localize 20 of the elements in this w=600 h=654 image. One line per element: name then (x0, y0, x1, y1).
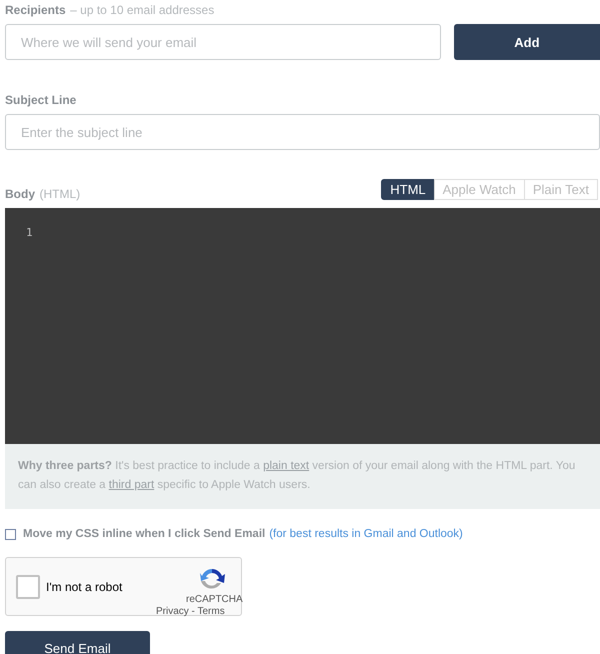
field-label: Subject Line (5, 93, 76, 107)
field-hint: – up to 10 email addresses (70, 3, 214, 17)
subject-input-field[interactable]: Enter the subject line (5, 114, 600, 150)
captcha-checkbox[interactable] (16, 575, 40, 599)
checkbox-note: (for best results in Gmail and Outlook) (269, 528, 463, 540)
captcha-links: Privacy - Terms (156, 606, 225, 617)
checkbox-label: Move my CSS inline when I click Send Email (23, 528, 266, 540)
code-editor[interactable]: 1 (5, 208, 600, 444)
captcha-label: I'm not a robot (46, 580, 122, 594)
format-hint: (HTML) (39, 187, 80, 201)
send-email-button[interactable]: Send Email (5, 631, 150, 654)
checkbox[interactable] (5, 528, 16, 540)
field-label: Recipients (5, 3, 66, 17)
captcha-brand: reCAPTCHA (186, 594, 243, 605)
info-text: Why three parts? It's best practice to include a plain text version of your email along with the HTML part. You can also create a third part specific to Apple Watch users. (18, 460, 576, 491)
field-label: Body (5, 187, 35, 201)
line-number: 1 (26, 226, 34, 239)
add-button[interactable]: Add (454, 24, 600, 60)
email-input-field[interactable]: Where we will send your email (5, 24, 441, 60)
format-tab[interactable]: HTML (381, 179, 435, 200)
